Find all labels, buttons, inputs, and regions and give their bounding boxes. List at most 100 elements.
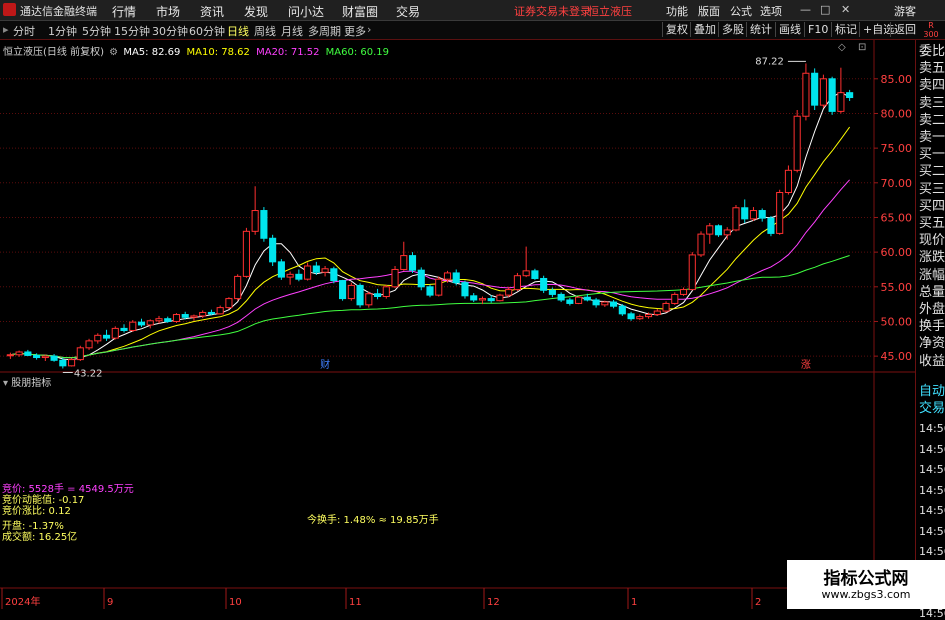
tab-5min[interactable]: 5分钟 xyxy=(82,23,111,39)
login-warning[interactable]: 证券交易未登录 xyxy=(514,3,591,19)
menu-xuanxiang[interactable]: 选项 xyxy=(760,3,782,19)
side-label[interactable]: 买五 xyxy=(919,216,945,232)
candle-body xyxy=(260,210,268,239)
candle-body xyxy=(741,207,749,220)
side-label[interactable]: 买二 xyxy=(919,164,945,180)
side-label[interactable]: 买四 xyxy=(919,199,945,215)
menu-shichang[interactable]: 市场 xyxy=(156,3,180,20)
user-label[interactable]: 游客 xyxy=(894,3,916,19)
menu-wenxiaoda[interactable]: 问小达 xyxy=(288,3,324,20)
tool-diejia[interactable]: 叠加 xyxy=(690,22,719,37)
candle-body xyxy=(76,347,84,361)
candle-body xyxy=(207,311,216,315)
side-mode-label[interactable]: 交易 xyxy=(919,401,945,417)
menu-zixun[interactable]: 资讯 xyxy=(200,3,224,20)
date-label: 2 xyxy=(755,597,761,608)
indicator-title[interactable]: 股朋指标 xyxy=(11,378,51,389)
tab-more[interactable]: 更多 xyxy=(344,23,366,39)
side-label[interactable]: 涨幅 xyxy=(919,268,945,284)
candle xyxy=(784,165,792,195)
tool-huaxian[interactable]: 画线 xyxy=(775,22,804,37)
close-icon[interactable]: ✕ xyxy=(841,3,850,16)
candle-body xyxy=(610,301,618,307)
candle xyxy=(137,318,146,328)
side-label[interactable]: 卖三 xyxy=(919,96,945,112)
side-label[interactable]: 换手 xyxy=(919,319,945,335)
menu-banmian[interactable]: 版面 xyxy=(698,3,720,19)
candle-body xyxy=(531,270,539,279)
side-label[interactable]: 卖二 xyxy=(919,113,945,129)
candle-body xyxy=(251,210,259,232)
candle xyxy=(837,67,845,114)
more-chevron-icon[interactable]: › xyxy=(367,23,371,36)
quote-side-panel: 委比 卖五 卖四卖三 卖二 卖一 买一 买二买三 买四 买五 现价 涨跌涨幅 总量 外盘 换手 净资收益自动… xyxy=(915,40,945,620)
candle-body xyxy=(435,278,443,296)
candle xyxy=(129,320,137,332)
side-mode-label[interactable]: 自动 xyxy=(919,384,945,400)
menu-gongshi[interactable]: 公式 xyxy=(730,3,752,19)
tool-f10[interactable]: F10 xyxy=(804,22,831,37)
candle-body xyxy=(723,229,731,236)
side-label[interactable]: 买三 xyxy=(919,182,945,198)
side-label[interactable]: 净资 xyxy=(919,336,945,352)
candle-body xyxy=(269,237,277,263)
tool-back[interactable]: 返回 xyxy=(890,22,919,37)
tool-biaoji[interactable]: 标记 xyxy=(831,22,860,37)
tab-15min[interactable]: 15分钟 xyxy=(114,23,150,39)
side-label[interactable]: 总量 xyxy=(919,285,945,301)
price-tick-label: 70.00 xyxy=(881,177,913,190)
maximize-icon[interactable]: □ xyxy=(820,3,830,16)
rise-mark: 涨 xyxy=(801,359,811,371)
stock-title[interactable]: 恒立液压(日线 前复权) xyxy=(3,47,104,58)
minimize-icon[interactable]: — xyxy=(800,3,811,16)
candle xyxy=(627,311,635,321)
candle-body xyxy=(68,359,76,367)
side-label[interactable]: 收益 xyxy=(919,354,945,370)
candle xyxy=(688,252,696,291)
candle-body xyxy=(557,293,565,301)
candle xyxy=(242,227,250,278)
candle-body xyxy=(513,275,521,291)
chart-settings-icon[interactable]: ◇ xyxy=(838,42,846,53)
tool-duogu[interactable]: 多股 xyxy=(718,22,747,37)
tab-60min[interactable]: 60分钟 xyxy=(189,23,225,39)
tool-tongji[interactable]: 统计 xyxy=(746,22,775,37)
side-label[interactable]: 委比 xyxy=(919,44,945,60)
tool-fuquan[interactable]: 复权 xyxy=(662,22,691,37)
settings-gear-icon[interactable]: ⚙ xyxy=(109,47,118,58)
menu-jiaoyi[interactable]: 交易 xyxy=(396,3,420,20)
menu-gongneng[interactable]: 功能 xyxy=(666,3,688,19)
side-label[interactable]: 外盘 xyxy=(919,302,945,318)
side-label[interactable]: 涨跌 xyxy=(919,250,945,266)
today-turnover: 今换手: 1.48% ≈ 19.85万手 xyxy=(307,515,439,526)
tab-daily[interactable]: 日线 xyxy=(227,23,249,39)
menu-faxian[interactable]: 发现 xyxy=(244,3,268,20)
ma10-label: MA10: 78.62 xyxy=(186,47,250,58)
candle-body xyxy=(846,92,854,99)
candle xyxy=(653,308,661,316)
side-label[interactable]: 现价 xyxy=(919,233,945,249)
toolbar-arrow-icon[interactable]: ▸ xyxy=(3,23,9,36)
candle xyxy=(295,269,303,282)
pin-icon[interactable]: ⊡ xyxy=(858,42,866,53)
candle-body xyxy=(277,261,285,278)
tab-fenshi[interactable]: 分时 xyxy=(13,23,35,39)
menu-caifuquan[interactable]: 财富圈 xyxy=(342,3,378,20)
tab-30min[interactable]: 30分钟 xyxy=(152,23,188,39)
tab-1min[interactable]: 1分钟 xyxy=(48,23,77,39)
tab-monthly[interactable]: 月线 xyxy=(281,23,303,39)
kline-chart[interactable]: 85.00 80.00 75.00 70.00 65.00 60.00 55.00 50.00… xyxy=(0,40,915,609)
candle-body xyxy=(837,92,845,112)
menu-hangqing[interactable]: 行情 xyxy=(112,3,136,20)
tab-weekly[interactable]: 周线 xyxy=(254,23,276,39)
indicator-dropdown-icon[interactable]: ▾ xyxy=(3,378,8,389)
candle-body xyxy=(784,169,792,194)
tab-multi-period[interactable]: 多周期 xyxy=(308,23,341,39)
side-label[interactable]: 买一 xyxy=(919,147,945,163)
ma60-label: MA60: 60.19 xyxy=(325,47,390,58)
candle-body xyxy=(461,282,469,297)
side-label[interactable]: 卖四 xyxy=(919,78,945,94)
side-label[interactable]: 卖一 xyxy=(919,130,945,146)
side-label[interactable]: 卖五 xyxy=(919,61,945,77)
candle xyxy=(382,284,390,299)
